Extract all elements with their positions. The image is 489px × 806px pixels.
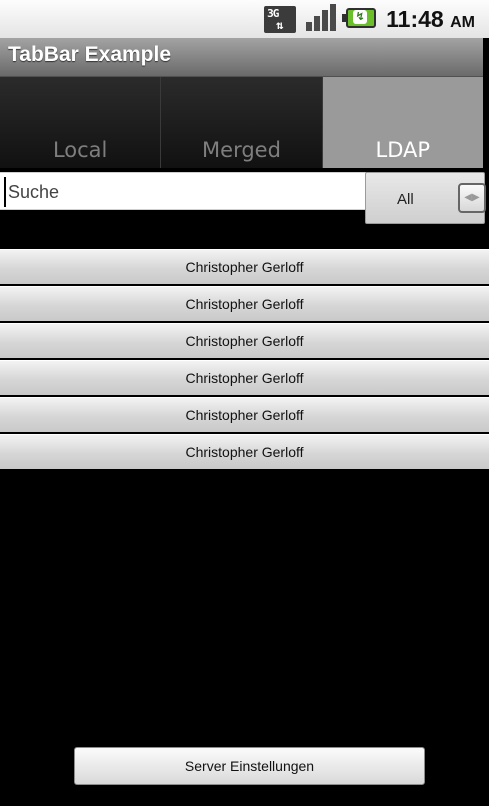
tab-local-label: Local <box>52 138 108 162</box>
clock-time: 11:48 <box>386 5 444 32</box>
tab-ldap[interactable]: LDAP <box>322 77 483 168</box>
list-item[interactable]: Christopher Gerloff <box>0 249 489 284</box>
contact-name: Christopher Gerloff <box>185 259 304 275</box>
contact-name: Christopher Gerloff <box>185 333 304 349</box>
contact-name: Christopher Gerloff <box>185 296 304 312</box>
app-title-bar: TabBar Example <box>0 38 483 77</box>
clock-ampm: AM <box>450 13 475 31</box>
contact-name: Christopher Gerloff <box>185 370 304 386</box>
tab-merged-label: Merged <box>202 138 281 162</box>
contact-list: Christopher Gerloff Christopher Gerloff … <box>0 249 489 471</box>
status-bar: 3G ⇅ ↯ 11:48 AM <box>0 0 489 38</box>
list-item[interactable]: Christopher Gerloff <box>0 397 489 432</box>
tab-bar: Local Merged LDAP <box>0 77 483 168</box>
contact-name: Christopher Gerloff <box>185 444 304 460</box>
server-settings-button[interactable]: Server Einstellungen <box>74 747 425 785</box>
search-input[interactable] <box>4 177 366 207</box>
contact-name: Christopher Gerloff <box>185 407 304 423</box>
tab-merged[interactable]: Merged <box>161 77 323 168</box>
search-field-container <box>0 172 366 210</box>
signal-strength-icon <box>304 4 338 34</box>
list-item[interactable]: Christopher Gerloff <box>0 323 489 358</box>
battery-charging-icon: ↯ <box>342 8 378 30</box>
filter-spinner[interactable]: All ◀▶ <box>365 172 486 224</box>
tab-ldap-label: LDAP <box>375 138 431 162</box>
list-item[interactable]: Christopher Gerloff <box>0 360 489 395</box>
list-item[interactable]: Christopher Gerloff <box>0 286 489 321</box>
status-clock: 11:48 AM <box>386 6 475 33</box>
list-item[interactable]: Christopher Gerloff <box>0 434 489 469</box>
app-title: TabBar Example <box>8 43 172 66</box>
spinner-arrows-icon[interactable]: ◀▶ <box>458 183 486 213</box>
3g-data-icon: 3G ⇅ <box>264 4 297 34</box>
tab-local[interactable]: Local <box>0 77 162 168</box>
filter-selected-value: All <box>397 191 414 208</box>
